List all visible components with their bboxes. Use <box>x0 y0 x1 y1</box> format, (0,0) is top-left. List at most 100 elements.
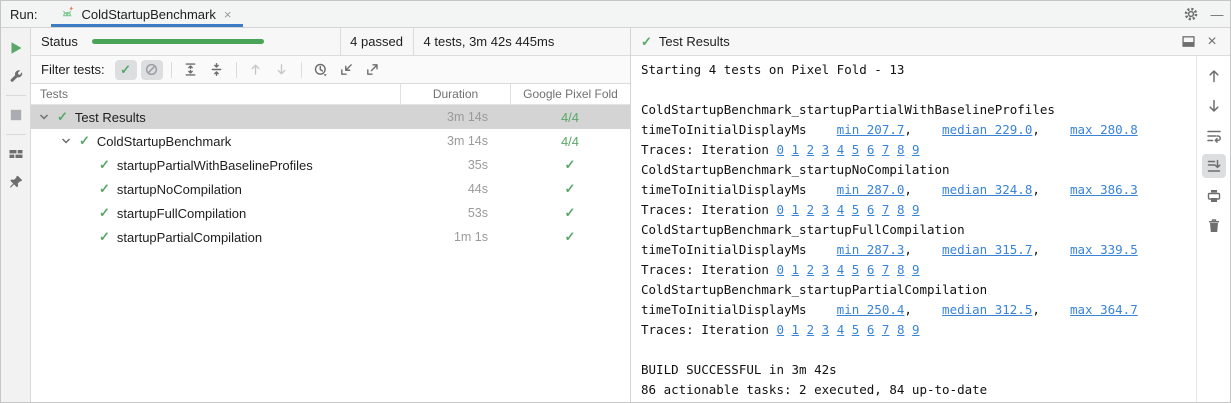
test-tree-row[interactable]: ✓startupPartialCompilation1m 1s✓ <box>31 225 630 249</box>
console-link[interactable]: max 280.8 <box>1070 122 1138 137</box>
console-text <box>874 322 882 337</box>
test-tree-row[interactable]: ✓Test Results3m 14s4/4 <box>31 105 630 129</box>
arrow-up-icon[interactable] <box>1202 64 1226 88</box>
test-panel: Status 4 passed 4 tests, 3m 42s 445ms Fi… <box>31 28 631 402</box>
print-icon[interactable] <box>1202 184 1226 208</box>
device-result: ✓ <box>510 205 630 221</box>
console-link[interactable]: 8 <box>897 202 905 217</box>
status-label: Status <box>31 34 92 49</box>
device-result: ✓ <box>510 157 630 173</box>
console-text <box>859 142 867 157</box>
console-link[interactable]: 2 <box>807 142 815 157</box>
divider <box>301 62 302 78</box>
settings-gear-icon[interactable] <box>1178 1 1204 27</box>
console-link[interactable]: 2 <box>807 262 815 277</box>
close-icon[interactable]: × <box>1200 31 1224 53</box>
device-result: ✓ <box>510 229 630 245</box>
test-passed-icon: ✓ <box>641 34 652 50</box>
console-link[interactable]: min 287.3 <box>837 242 905 257</box>
console-link[interactable]: min 287.0 <box>837 182 905 197</box>
console-output[interactable]: Starting 4 tests on Pixel Fold - 13 Cold… <box>631 56 1196 402</box>
console-link[interactable]: median 229.0 <box>942 122 1032 137</box>
collapse-all-icon[interactable] <box>206 60 228 80</box>
close-icon[interactable]: × <box>222 8 234 21</box>
console-text: , <box>1032 122 1070 137</box>
soft-wrap-icon[interactable] <box>1202 124 1226 148</box>
rerun-icon[interactable] <box>4 36 28 60</box>
console-link[interactable]: 9 <box>912 142 920 157</box>
test-duration: 3m 14s <box>400 134 510 148</box>
console-link[interactable]: max 364.7 <box>1070 302 1138 317</box>
android-test-icon <box>59 4 75 25</box>
test-passed-icon: ✓ <box>565 205 576 221</box>
console-text <box>814 262 822 277</box>
console-text <box>889 202 897 217</box>
test-tree-row[interactable]: ✓startupPartialWithBaselineProfiles35s✓ <box>31 153 630 177</box>
test-passed-icon: ✓ <box>565 229 576 245</box>
console-line <box>641 340 1196 360</box>
test-passed-icon: ✓ <box>57 109 68 125</box>
show-passed-icon[interactable]: ✓ <box>115 60 137 80</box>
console-text <box>829 202 837 217</box>
console-link[interactable]: 0 <box>776 322 784 337</box>
console-text: Starting 4 tests on Pixel Fold - 13 <box>641 62 904 77</box>
export-results-icon[interactable] <box>362 60 384 80</box>
console-text <box>799 142 807 157</box>
console-link[interactable]: 0 <box>776 262 784 277</box>
show-ignored-icon[interactable] <box>141 60 163 80</box>
restore-window-icon[interactable] <box>1176 31 1200 53</box>
console-text: Traces: Iteration <box>641 202 776 217</box>
column-tests[interactable]: Tests <box>31 84 400 104</box>
scroll-to-end-icon[interactable] <box>1202 154 1226 178</box>
chevron-down-icon[interactable] <box>59 136 73 146</box>
console-link[interactable]: min 250.4 <box>837 302 905 317</box>
console-link[interactable]: 2 <box>807 322 815 337</box>
console-link[interactable]: 9 <box>912 262 920 277</box>
column-device[interactable]: Google Pixel Fold <box>510 84 630 104</box>
console-header: ✓ Test Results × <box>631 28 1230 56</box>
console-link[interactable]: 1 <box>792 262 800 277</box>
console-link[interactable]: median 312.5 <box>942 302 1032 317</box>
expand-all-icon[interactable] <box>180 60 202 80</box>
import-results-icon[interactable] <box>336 60 358 80</box>
test-tree-row[interactable]: ✓startupNoCompilation44s✓ <box>31 177 630 201</box>
console-link[interactable]: 1 <box>792 322 800 337</box>
test-tree-row[interactable]: ✓startupFullCompilation53s✓ <box>31 201 630 225</box>
layout-icon[interactable] <box>4 142 28 166</box>
test-name: startupPartialCompilation <box>117 230 262 245</box>
console-text: ColdStartupBenchmark_startupFullCompilat… <box>641 222 965 237</box>
test-passed-icon: ✓ <box>99 229 110 245</box>
console-link[interactable]: 9 <box>912 322 920 337</box>
pin-icon[interactable] <box>4 170 28 194</box>
clear-trash-icon[interactable] <box>1202 214 1226 238</box>
console-link[interactable]: 1 <box>792 142 800 157</box>
console-link[interactable]: max 386.3 <box>1070 182 1138 197</box>
column-duration[interactable]: Duration <box>400 84 510 104</box>
console-link[interactable]: median 324.8 <box>942 182 1032 197</box>
console-text: , <box>1032 182 1070 197</box>
history-clock-icon[interactable] <box>310 60 332 80</box>
console-text <box>889 262 897 277</box>
arrow-down-icon[interactable] <box>1202 94 1226 118</box>
console-link[interactable]: 0 <box>776 202 784 217</box>
console-link[interactable]: max 339.5 <box>1070 242 1138 257</box>
console-link[interactable]: 9 <box>912 202 920 217</box>
test-tree-row[interactable]: ✓ColdStartupBenchmark3m 14s4/4 <box>31 129 630 153</box>
left-toolbar <box>1 28 31 402</box>
hide-icon[interactable]: — <box>1204 1 1230 27</box>
console-text: ColdStartupBenchmark_startupPartialCompi… <box>641 282 987 297</box>
console-link[interactable]: 8 <box>897 142 905 157</box>
test-duration: 53s <box>400 206 510 220</box>
console-text <box>784 202 792 217</box>
console-link[interactable]: 8 <box>897 262 905 277</box>
chevron-down-icon[interactable] <box>37 112 51 122</box>
console-link[interactable]: 1 <box>792 202 800 217</box>
console-link[interactable]: median 315.7 <box>942 242 1032 257</box>
console-text <box>814 322 822 337</box>
console-link[interactable]: min 207.7 <box>837 122 905 137</box>
console-link[interactable]: 8 <box>897 322 905 337</box>
console-link[interactable]: 0 <box>776 142 784 157</box>
wrench-icon[interactable] <box>4 64 28 88</box>
console-link[interactable]: 2 <box>807 202 815 217</box>
tab-coldstartupbenchmark[interactable]: ColdStartupBenchmark × <box>51 1 243 27</box>
